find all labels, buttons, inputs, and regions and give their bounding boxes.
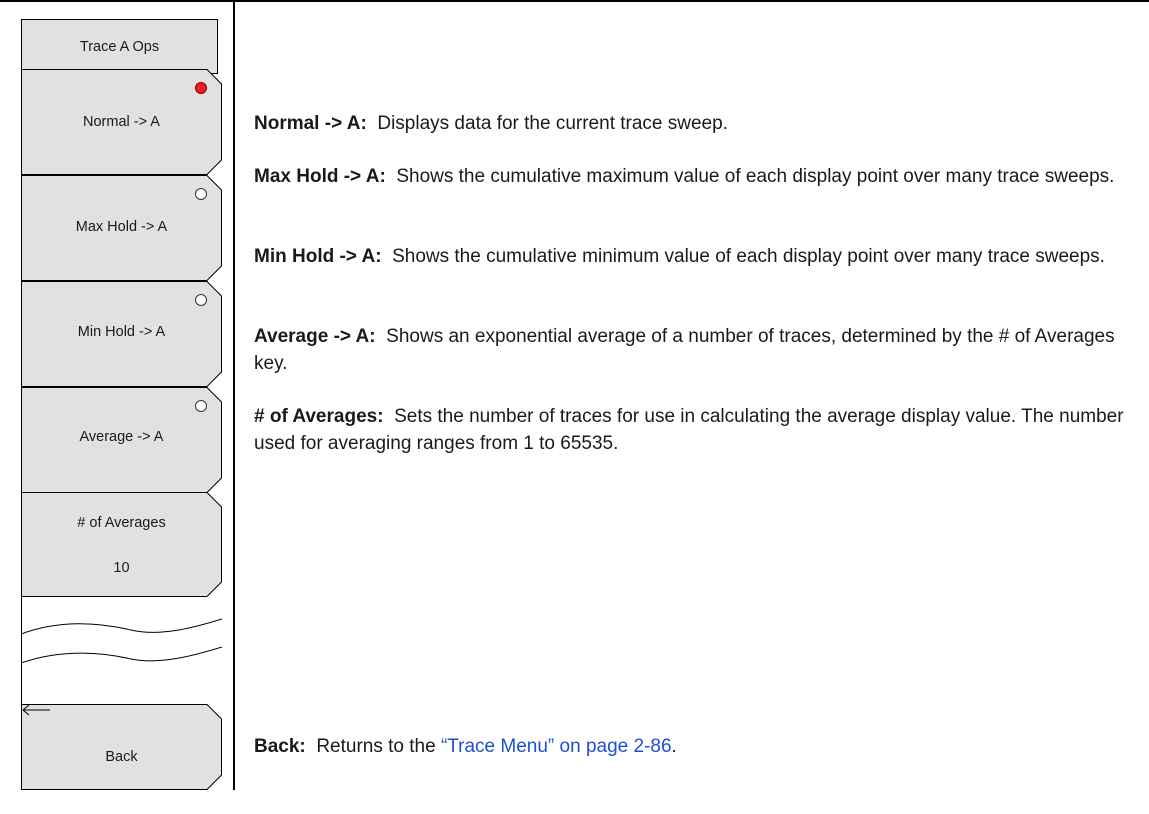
trace-menu-link[interactable]: “Trace Menu” on page 2-86 — [441, 736, 672, 757]
softkey-label: Normal -> A — [83, 114, 160, 130]
description-text: Shows the cumulative minimum value of ea… — [392, 246, 1105, 267]
description-text: Displays data for the current trace swee… — [377, 113, 728, 134]
unselected-radio-icon — [195, 294, 207, 306]
description-term: Min Hold -> A: — [254, 246, 382, 267]
softkey-shape — [21, 492, 222, 597]
column-divider — [233, 0, 235, 790]
description-back: Back: Returns to the “Trace Menu” on pag… — [254, 733, 1134, 760]
description-num-averages: # of Averages: Sets the number of traces… — [254, 403, 1134, 457]
softkey-label: Back — [105, 749, 138, 765]
description-text: Shows an exponential average of a number… — [254, 326, 1115, 374]
menu-title-label: Trace A Ops — [79, 38, 160, 55]
description-text: Sets the number of traces for use in cal… — [254, 406, 1124, 454]
selected-radio-icon — [195, 82, 207, 94]
description-text-end: . — [671, 736, 677, 757]
description-max-hold-a: Max Hold -> A: Shows the cumulative maxi… — [254, 163, 1134, 190]
unselected-radio-icon — [195, 188, 207, 200]
top-rule — [0, 0, 1149, 2]
menu-break — [20, 597, 223, 707]
left-arrow-icon — [22, 704, 50, 716]
averages-value: 10 — [113, 560, 130, 576]
description-normal-a: Normal -> A: Displays data for the curre… — [254, 110, 1134, 137]
description-text: Shows the cumulative maximum value of ea… — [396, 166, 1115, 187]
softkey-label: Min Hold -> A — [77, 324, 166, 340]
back-softkey[interactable]: Back — [21, 704, 222, 790]
wavy-break-lines — [20, 618, 223, 664]
average-a-softkey[interactable]: Average -> A — [21, 387, 222, 493]
menu-title: Trace A Ops — [21, 19, 218, 74]
normal-a-softkey[interactable]: Normal -> A — [21, 69, 222, 175]
description-min-hold-a: Min Hold -> A: Shows the cumulative mini… — [254, 243, 1134, 270]
description-text: Returns to the — [316, 736, 436, 757]
description-average-a: Average -> A: Shows an exponential avera… — [254, 323, 1134, 377]
description-term: Back: — [254, 736, 306, 757]
softkey-shape — [21, 704, 222, 790]
softkey-label: Max Hold -> A — [75, 219, 168, 235]
unselected-radio-icon — [195, 400, 207, 412]
softkey-label: Average -> A — [79, 429, 164, 445]
min-hold-a-softkey[interactable]: Min Hold -> A — [21, 281, 222, 387]
description-term: Max Hold -> A: — [254, 166, 386, 187]
num-averages-softkey[interactable]: # of Averages 10 — [21, 492, 222, 597]
description-term: # of Averages: — [254, 406, 384, 427]
description-term: Average -> A: — [254, 326, 376, 347]
max-hold-a-softkey[interactable]: Max Hold -> A — [21, 175, 222, 281]
softkey-label: # of Averages — [77, 515, 166, 531]
description-term: Normal -> A: — [254, 113, 367, 134]
